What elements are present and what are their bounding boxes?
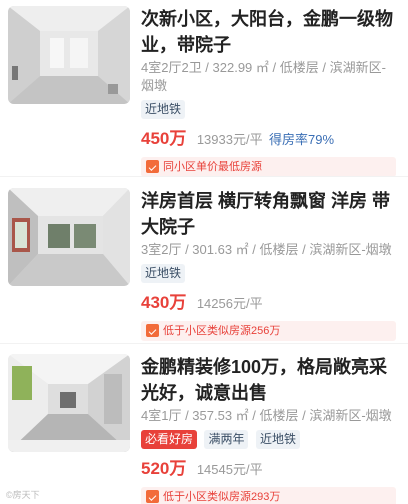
listing-card[interactable]: 金鹏精装修100万，格局敞亮采光好，诚意出售 4室1厅 / 357.53 ㎡ /… xyxy=(0,354,408,504)
price-down-icon xyxy=(146,490,159,503)
watermark: ©房天下 xyxy=(6,490,40,500)
listing-tags: 近地铁 xyxy=(141,100,400,120)
divider xyxy=(0,176,408,177)
price-row: 520万 14545元/平 xyxy=(141,458,400,480)
unit-price: 14256元/平 xyxy=(196,296,263,311)
tag-must-see: 必看好房 xyxy=(141,430,198,449)
listing-title[interactable]: 洋房首层 横厅转角飘窗 洋房 带大院子 xyxy=(141,188,393,240)
unit-price: 14545元/平 xyxy=(196,462,263,477)
price-down-icon xyxy=(146,160,159,173)
tag-near-metro: 近地铁 xyxy=(141,264,186,283)
promo-banner[interactable]: 同小区单价最低房源 xyxy=(141,157,396,177)
listing-tags: 必看好房 满两年 近地铁 xyxy=(141,430,400,450)
promo-text: 低于小区类似房源293万 xyxy=(163,491,281,503)
listing-photo[interactable] xyxy=(8,354,130,452)
listing-card[interactable]: 次新小区，大阳台，金鹏一级物业，带院子 4室2厅2卫 / 322.99 ㎡ / … xyxy=(0,6,408,177)
total-price: 520万 xyxy=(141,459,187,478)
listing-meta: 3室2厅 / 301.63 ㎡ / 低楼层 / 滨湖新区-烟墩 xyxy=(141,242,392,257)
total-price: 430万 xyxy=(141,293,187,312)
promo-banner[interactable]: 低于小区类似房源293万 xyxy=(141,487,396,504)
listing-photo[interactable] xyxy=(8,6,130,104)
divider xyxy=(0,343,408,344)
tag-over-two-years: 满两年 xyxy=(204,430,249,449)
price-row: 450万 13933元/平 得房率79% xyxy=(141,128,400,150)
usable-area-rate: 得房率79% xyxy=(269,132,335,147)
price-row: 430万 14256元/平 xyxy=(141,292,400,314)
unit-price: 13933元/平 xyxy=(196,132,263,147)
promo-banner[interactable]: 低于小区类似房源256万 xyxy=(141,321,396,341)
listing-tags: 近地铁 xyxy=(141,264,400,284)
price-down-icon xyxy=(146,324,159,337)
listing-title[interactable]: 次新小区，大阳台，金鹏一级物业，带院子 xyxy=(141,6,393,58)
tag-near-metro: 近地铁 xyxy=(255,430,300,449)
promo-text: 低于小区类似房源256万 xyxy=(163,325,281,337)
tag-near-metro: 近地铁 xyxy=(141,100,186,119)
listing-title[interactable]: 金鹏精装修100万，格局敞亮采光好，诚意出售 xyxy=(141,354,393,406)
listing-meta: 4室2厅2卫 / 322.99 ㎡ / 低楼层 / 滨湖新区-烟墩 xyxy=(141,60,386,93)
listing-card[interactable]: 洋房首层 横厅转角飘窗 洋房 带大院子 3室2厅 / 301.63 ㎡ / 低楼… xyxy=(0,188,408,348)
listing-meta: 4室1厅 / 357.53 ㎡ / 低楼层 / 滨湖新区-烟墩 xyxy=(141,408,392,423)
promo-text: 同小区单价最低房源 xyxy=(163,161,262,173)
listing-photo[interactable] xyxy=(8,188,130,286)
total-price: 450万 xyxy=(141,129,187,148)
